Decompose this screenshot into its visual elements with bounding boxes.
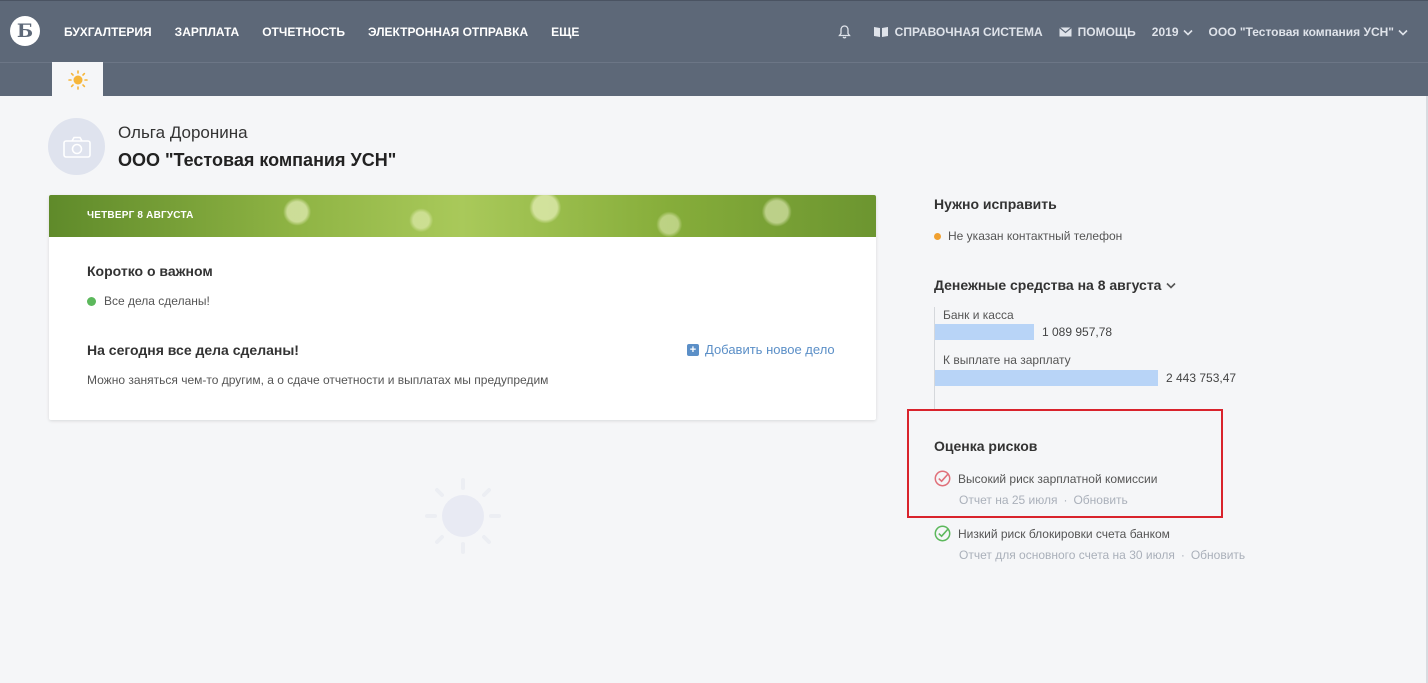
sun-icon: [67, 69, 88, 90]
bar-value-salary: 2 443 753,47: [1166, 371, 1237, 385]
bar-label-bank: Банк и касса: [943, 308, 1014, 322]
check-circle-icon: [934, 525, 951, 542]
company-selector[interactable]: ООО "Тестовая компания УСН": [1209, 25, 1409, 39]
company-selector-label: ООО "Тестовая компания УСН": [1208, 25, 1395, 39]
date-banner: ЧЕТВЕРГ 8 АВГУСТА: [49, 195, 876, 237]
user-name: Ольга Доронина: [118, 123, 248, 142]
logo[interactable]: Б: [10, 16, 40, 46]
fix-title: Нужно исправить: [934, 196, 1057, 212]
add-task-button[interactable]: + Добавить новое дело: [687, 342, 835, 357]
status-dot: [87, 296, 96, 306]
plus-icon: +: [687, 343, 699, 356]
nav-item-more[interactable]: ЕЩЕ: [551, 25, 579, 39]
risk-item-salary-commission[interactable]: Высокий риск зарплатной комиссии: [934, 470, 1157, 487]
company-name: ООО "Тестовая компания УСН": [118, 150, 397, 170]
tab-today[interactable]: [52, 62, 103, 97]
risk-item-meta: Отчет для основного счета на 30 июля · Обн…: [959, 548, 1245, 562]
risk-report-date: Отчет на 25 июля: [959, 493, 1058, 507]
help-label: ПОМОЩЬ: [1077, 25, 1136, 39]
today-description: Можно заняться чем-то другим, а о сдаче …: [87, 373, 549, 387]
reference-system-link[interactable]: СПРАВОЧНАЯ СИСТЕМА: [873, 25, 1043, 39]
nav-item-salary[interactable]: ЗАРПЛАТА: [175, 25, 240, 39]
important-title: Коротко о важном: [87, 263, 213, 279]
separator: ·: [1180, 548, 1185, 562]
nav-item-accounting[interactable]: БУХГАЛТЕРИЯ: [64, 25, 152, 39]
top-navigation-bar: Б БУХГАЛТЕРИЯ ЗАРПЛАТА ОТЧЕТНОСТЬ ЭЛЕКТР…: [0, 0, 1428, 62]
year-selector[interactable]: 2019: [1152, 25, 1193, 39]
camera-icon: [62, 136, 91, 158]
chevron-down-icon: [1398, 29, 1408, 36]
all-done-label: Все дела сделаны!: [104, 294, 210, 308]
reference-system-label: СПРАВОЧНАЯ СИСТЕМА: [894, 25, 1043, 39]
envelope-icon: [1058, 27, 1072, 37]
risk-title: Оценка рисков: [934, 438, 1038, 454]
today-card: ЧЕТВЕРГ 8 АВГУСТА Коротко о важном Все д…: [49, 195, 876, 420]
risk-item-meta: Отчет на 25 июля · Обновить: [959, 493, 1128, 507]
sub-tab-bar: [0, 62, 1428, 97]
avatar[interactable]: [48, 118, 105, 175]
all-done-status: Все дела сделаны!: [87, 294, 210, 308]
main-nav: БУХГАЛТЕРИЯ ЗАРПЛАТА ОТЧЕТНОСТЬ ЭЛЕКТРОН…: [64, 1, 602, 63]
help-link[interactable]: ПОМОЩЬ: [1058, 25, 1136, 39]
chevron-down-icon: [1166, 282, 1177, 289]
year-label: 2019: [1151, 25, 1179, 39]
chevron-down-icon: [1182, 29, 1193, 36]
bar-bank: [935, 324, 1034, 340]
add-task-label: Добавить новое дело: [705, 342, 835, 357]
money-title-label: Денежные средства на 8 августа: [934, 277, 1162, 293]
update-link[interactable]: Обновить: [1073, 493, 1127, 507]
risk-report-date: Отчет для основного счета на 30 июля: [959, 548, 1175, 562]
risk-item-label: Низкий риск блокировки счета банком: [958, 526, 1170, 541]
bar-salary: [935, 370, 1158, 386]
sun-decoration-icon: [423, 476, 503, 556]
risk-item-bank-block[interactable]: Низкий риск блокировки счета банком: [934, 525, 1170, 542]
update-link[interactable]: Обновить: [1191, 548, 1245, 562]
nav-item-electronic-submission[interactable]: ЭЛЕКТРОННАЯ ОТПРАВКА: [368, 25, 528, 39]
bell-icon: [837, 25, 851, 39]
today-title: На сегодня все дела сделаны!: [87, 342, 299, 358]
bar-label-salary: К выплате на зарплату: [943, 353, 1071, 367]
fix-item[interactable]: Не указан контактный телефон: [934, 229, 1122, 243]
money-chart-axis: [934, 307, 935, 409]
warning-dot: [934, 232, 941, 240]
bar-value-bank: 1 089 957,78: [1042, 325, 1113, 339]
separator: ·: [1063, 493, 1068, 507]
risk-item-label: Высокий риск зарплатной комиссии: [958, 471, 1158, 486]
money-title[interactable]: Денежные средства на 8 августа: [934, 277, 1177, 293]
banner-date: ЧЕТВЕРГ 8 АВГУСТА: [87, 210, 194, 221]
book-icon: [873, 27, 888, 37]
notifications-button[interactable]: [837, 25, 857, 39]
nav-item-reports[interactable]: ОТЧЕТНОСТЬ: [262, 25, 345, 39]
right-nav: СПРАВОЧНАЯ СИСТЕМА ПОМОЩЬ 2019 ООО "Тест…: [822, 1, 1408, 63]
fix-item-label: Не указан контактный телефон: [948, 229, 1123, 243]
check-circle-icon: [934, 470, 951, 487]
